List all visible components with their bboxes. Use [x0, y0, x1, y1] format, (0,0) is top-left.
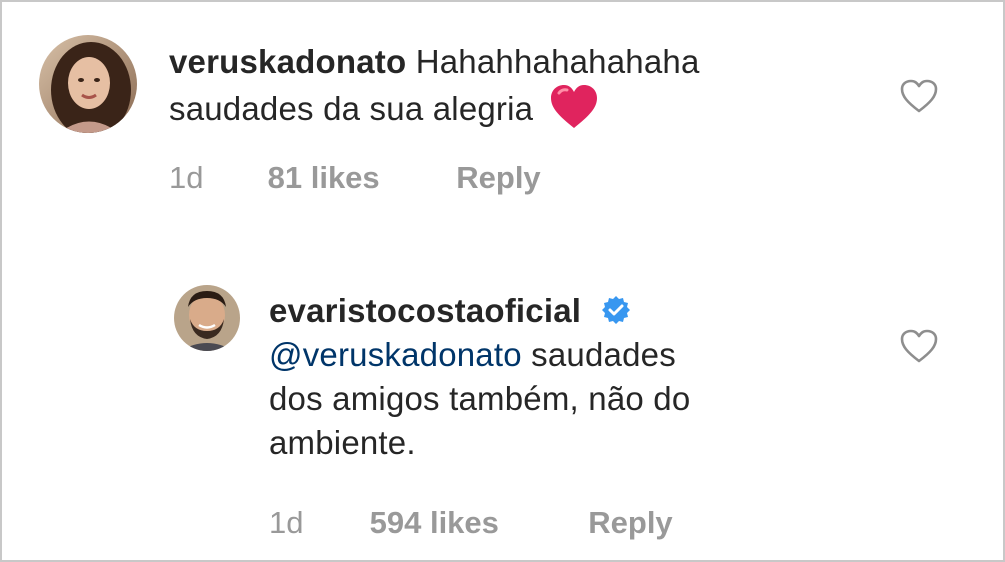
mention-link[interactable]: @veruskadonato: [269, 336, 522, 373]
comment-thread: veruskadonato Hahahhahahahaha saudades d…: [0, 0, 1005, 562]
comment-evaristocostaoficial: evaristocostaoficial @veruskadonato saud…: [2, 232, 1003, 560]
red-heart-emoji: [549, 84, 599, 130]
avatar-image: [174, 285, 240, 351]
comment-likes[interactable]: 594 likes: [370, 505, 580, 541]
comment-meta: 1d 81 likes Reply: [169, 160, 541, 196]
reply-text: evaristocostaoficial @veruskadonato saud…: [269, 289, 889, 465]
comment-body-line2: dos amigos também, não do: [269, 380, 691, 417]
comment-time: 1d: [169, 160, 204, 195]
avatar[interactable]: [39, 35, 137, 133]
comment-veruskadonato: veruskadonato Hahahhahahahaha saudades d…: [2, 2, 1003, 232]
reply-button[interactable]: Reply: [456, 160, 540, 196]
comment-meta: 1d 594 likes Reply: [269, 505, 673, 541]
avatar[interactable]: [174, 285, 240, 351]
comment-text: veruskadonato Hahahhahahahaha saudades d…: [169, 40, 869, 131]
comment-time: 1d: [269, 505, 304, 540]
avatar-image: [39, 35, 137, 133]
heart-outline-icon[interactable]: [899, 328, 939, 364]
comment-username[interactable]: evaristocostaoficial: [269, 292, 581, 329]
comment-body-line1: saudades: [531, 336, 676, 373]
comment-body-line1: Hahahhahahahaha: [415, 43, 700, 80]
comment-likes[interactable]: 81 likes: [268, 160, 448, 196]
reply-button[interactable]: Reply: [588, 505, 672, 541]
comment-body-line2: saudades da sua alegria: [169, 90, 534, 127]
comment-username[interactable]: veruskadonato: [169, 43, 406, 80]
heart-outline-icon[interactable]: [899, 78, 939, 114]
verified-badge-icon: [601, 292, 631, 324]
comment-body-line3: ambiente.: [269, 424, 416, 461]
